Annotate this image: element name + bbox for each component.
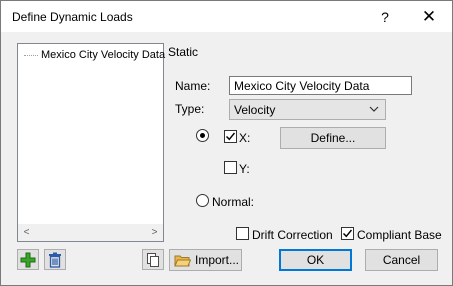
- normal-mode-radio[interactable]: [196, 194, 209, 207]
- chevron-right-icon: >: [151, 227, 158, 238]
- load-tree-view[interactable]: Mexico City Velocity Data < >: [17, 43, 165, 242]
- cancel-button-label: Cancel: [382, 253, 421, 267]
- close-icon: ✕: [421, 6, 437, 26]
- delete-load-button[interactable]: [44, 249, 66, 270]
- x-checkbox[interactable]: [224, 130, 237, 143]
- section-label: Static: [168, 45, 199, 59]
- dialog-title: Define Dynamic Loads: [12, 10, 133, 24]
- type-label: Type:: [175, 102, 205, 116]
- normal-label: Normal:: [212, 195, 255, 209]
- copy-button[interactable]: [142, 249, 164, 270]
- ok-button-label: OK: [306, 253, 325, 267]
- drift-correction-checkbox[interactable]: [236, 227, 249, 240]
- drift-correction-label: Drift Correction: [252, 228, 333, 242]
- radio-selected-dot: [200, 133, 205, 138]
- plus-icon: [20, 252, 36, 267]
- name-field[interactable]: Mexico City Velocity Data: [229, 76, 412, 95]
- compliant-base-checkbox[interactable]: [341, 227, 354, 240]
- y-checkbox[interactable]: [224, 161, 237, 174]
- title-bar: Define Dynamic Loads ? ✕: [1, 1, 452, 32]
- folder-icon: [174, 255, 191, 266]
- dialog-window: Define Dynamic Loads ? ✕ Mexico City Vel…: [0, 0, 453, 286]
- chevron-down-icon: [369, 106, 379, 112]
- import-button[interactable]: Import...: [169, 249, 242, 271]
- tree-item-label: Mexico City Velocity Data: [41, 49, 166, 61]
- add-load-button[interactable]: [17, 249, 39, 270]
- ok-button[interactable]: OK: [279, 249, 352, 271]
- close-button[interactable]: ✕: [407, 1, 451, 32]
- define-button[interactable]: Define...: [280, 127, 386, 149]
- scroll-right-button[interactable]: >: [146, 224, 163, 241]
- x-label: X:: [239, 131, 251, 145]
- x-mode-radio[interactable]: [196, 129, 209, 142]
- dialog-body: Mexico City Velocity Data < > Import... …: [1, 32, 452, 285]
- horizontal-scrollbar[interactable]: < >: [18, 224, 163, 241]
- checkmark-icon: [226, 132, 236, 141]
- checkmark-icon: [343, 229, 353, 238]
- tree-connector: [24, 54, 38, 56]
- help-button[interactable]: ?: [363, 1, 407, 32]
- help-icon: ?: [381, 8, 389, 25]
- cancel-button[interactable]: Cancel: [365, 249, 438, 271]
- define-button-label: Define...: [310, 131, 356, 145]
- scroll-left-button[interactable]: <: [18, 224, 35, 241]
- import-button-label: Import...: [195, 253, 240, 267]
- name-label: Name:: [175, 79, 211, 93]
- chevron-left-icon: <: [23, 227, 30, 238]
- tree-item[interactable]: Mexico City Velocity Data: [24, 49, 165, 61]
- compliant-base-label: Compliant Base: [357, 228, 442, 242]
- y-label: Y:: [239, 162, 250, 176]
- type-select[interactable]: Velocity: [229, 99, 386, 120]
- copy-icon: [147, 252, 159, 267]
- type-select-value: Velocity: [234, 103, 276, 117]
- trash-icon: [49, 252, 61, 268]
